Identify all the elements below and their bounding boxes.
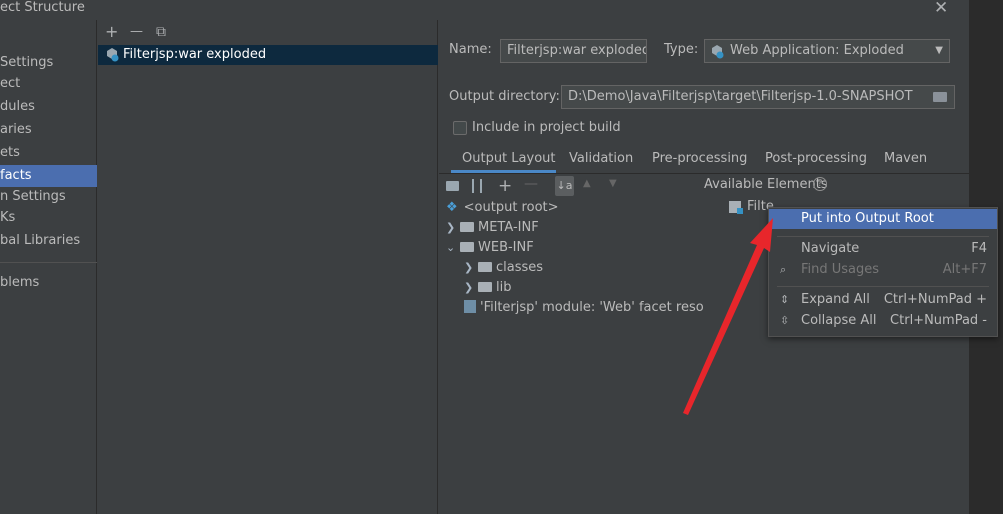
annotation-arrow-shape bbox=[683, 218, 773, 415]
annotation-arrow bbox=[683, 218, 773, 415]
